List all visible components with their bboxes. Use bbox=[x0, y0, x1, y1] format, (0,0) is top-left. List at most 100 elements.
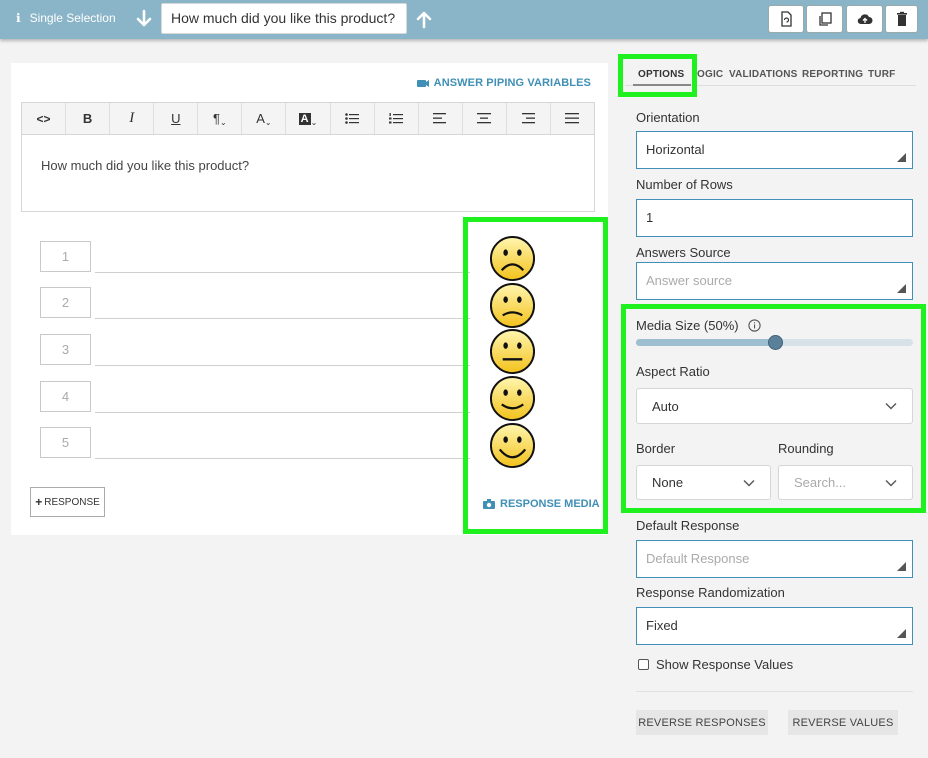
justify-icon bbox=[565, 113, 580, 124]
highlight-color-button[interactable]: A ⌄ bbox=[286, 103, 331, 134]
bullet-list-button[interactable] bbox=[331, 103, 375, 134]
media-size-slider[interactable] bbox=[636, 335, 913, 350]
sad-face-icon[interactable] bbox=[489, 235, 536, 282]
response-value-input[interactable]: 5 bbox=[40, 427, 91, 458]
randomization-label: Response Randomization bbox=[636, 585, 785, 600]
aspect-ratio-dropdown[interactable]: Auto bbox=[636, 388, 913, 424]
copy-icon bbox=[818, 12, 832, 26]
align-left-button[interactable] bbox=[419, 103, 463, 134]
justify-button[interactable] bbox=[551, 103, 594, 134]
question-title-input[interactable]: How much did you like this product? bbox=[161, 3, 407, 34]
randomization-select[interactable]: Fixed bbox=[636, 607, 913, 645]
tab-validations[interactable]: VALIDATIONS bbox=[729, 69, 798, 80]
code-icon: <> bbox=[36, 111, 51, 126]
resize-handle-icon bbox=[897, 284, 906, 293]
response-value-input[interactable]: 1 bbox=[40, 241, 91, 272]
bold-icon: B bbox=[82, 111, 93, 126]
slightly-sad-face-icon[interactable] bbox=[489, 282, 536, 329]
orientation-label: Orientation bbox=[636, 110, 700, 125]
align-center-icon bbox=[477, 113, 492, 124]
tab-logic[interactable]: OGIC bbox=[697, 69, 723, 80]
response-row: 4 bbox=[40, 381, 470, 414]
response-text-line[interactable] bbox=[95, 272, 470, 273]
italic-button[interactable]: I bbox=[110, 103, 155, 134]
camera-icon bbox=[483, 499, 495, 509]
align-center-button[interactable] bbox=[463, 103, 507, 134]
divider bbox=[636, 691, 913, 692]
rows-input[interactable]: 1 bbox=[636, 199, 913, 237]
options-tab-highlight bbox=[618, 54, 697, 97]
response-text-line[interactable] bbox=[95, 318, 470, 319]
align-right-icon bbox=[522, 113, 536, 124]
randomization-value: Fixed bbox=[646, 618, 678, 633]
chevron-down-icon bbox=[885, 479, 897, 486]
arrow-up-icon[interactable] bbox=[415, 9, 433, 29]
numbered-list-icon bbox=[389, 113, 404, 124]
resize-handle-icon bbox=[897, 562, 906, 571]
numbered-list-button[interactable] bbox=[375, 103, 419, 134]
arrow-down-icon[interactable] bbox=[135, 9, 153, 29]
media-size-slider-handle[interactable] bbox=[767, 335, 783, 350]
answer-piping-label: ANSWER PIPING VARIABLES bbox=[433, 77, 591, 89]
refresh-page-icon bbox=[781, 11, 792, 27]
neutral-face-icon[interactable] bbox=[489, 328, 536, 375]
aspect-ratio-label: Aspect Ratio bbox=[636, 364, 710, 379]
underline-button[interactable]: U bbox=[154, 103, 199, 134]
response-media-region: RESPONSE MEDIA bbox=[463, 217, 608, 534]
refresh-page-button[interactable] bbox=[768, 5, 804, 33]
response-value-input[interactable]: 4 bbox=[40, 381, 91, 412]
rows-value: 1 bbox=[646, 210, 654, 225]
orientation-select[interactable]: Horizontal bbox=[636, 131, 913, 169]
paragraph-icon: ¶ bbox=[213, 111, 220, 126]
tab-reporting[interactable]: REPORTING bbox=[802, 69, 863, 80]
duplicate-button[interactable] bbox=[806, 5, 843, 33]
align-right-button[interactable] bbox=[507, 103, 551, 134]
font-color-icon: A bbox=[256, 111, 265, 126]
upload-button[interactable] bbox=[846, 5, 883, 33]
response-text-line[interactable] bbox=[95, 412, 470, 413]
show-response-values-row[interactable]: Show Response Values bbox=[638, 657, 793, 672]
top-bar: ℹ Single Selection How much did you like… bbox=[0, 0, 928, 39]
slightly-happy-face-icon[interactable] bbox=[489, 375, 536, 422]
tab-turf[interactable]: TURF bbox=[868, 69, 895, 80]
cloud-upload-icon bbox=[857, 14, 872, 25]
info-circle-icon[interactable] bbox=[747, 319, 761, 332]
info-icon: ℹ bbox=[16, 11, 21, 25]
piping-icon bbox=[416, 79, 429, 87]
media-size-label: Media Size (50%) bbox=[636, 318, 739, 333]
rounding-dropdown[interactable]: Search... bbox=[778, 465, 913, 500]
border-label: Border bbox=[636, 441, 676, 456]
trash-icon bbox=[896, 11, 907, 26]
happy-face-icon[interactable] bbox=[489, 422, 536, 469]
question-body-editor[interactable]: How much did you like this product? bbox=[21, 135, 595, 212]
show-response-values-checkbox[interactable] bbox=[638, 659, 649, 670]
answer-piping-link[interactable]: ANSWER PIPING VARIABLES bbox=[416, 77, 591, 89]
show-response-values-label: Show Response Values bbox=[656, 657, 794, 672]
default-response-label: Default Response bbox=[636, 518, 740, 533]
response-media-label: RESPONSE MEDIA bbox=[500, 498, 600, 510]
response-row: 3 bbox=[40, 334, 470, 367]
orientation-value: Horizontal bbox=[646, 142, 705, 157]
font-color-button[interactable]: A ⌄ bbox=[242, 103, 287, 134]
response-text-line[interactable] bbox=[95, 365, 470, 366]
border-dropdown[interactable]: None bbox=[636, 465, 771, 500]
answers-source-label: Answers Source bbox=[636, 245, 731, 260]
bold-button[interactable]: B bbox=[66, 103, 111, 134]
paragraph-button[interactable]: ¶ ⌄ bbox=[198, 103, 243, 134]
delete-button[interactable] bbox=[885, 5, 918, 33]
question-type[interactable]: ℹ Single Selection bbox=[16, 11, 116, 25]
align-left-icon bbox=[433, 113, 447, 124]
response-value-input[interactable]: 3 bbox=[40, 334, 91, 365]
rounding-placeholder: Search... bbox=[794, 475, 847, 490]
response-text-line[interactable] bbox=[95, 458, 470, 459]
aspect-ratio-value: Auto bbox=[652, 398, 679, 414]
question-type-label: Single Selection bbox=[29, 11, 116, 25]
add-response-button[interactable]: + RESPONSE bbox=[30, 487, 105, 517]
reverse-values-button[interactable]: REVERSE VALUES bbox=[788, 710, 898, 735]
response-media-link[interactable]: RESPONSE MEDIA bbox=[483, 498, 600, 510]
response-value-input[interactable]: 2 bbox=[40, 287, 91, 318]
reverse-responses-button[interactable]: REVERSE RESPONSES bbox=[636, 710, 768, 735]
answers-source-select[interactable]: Answer source bbox=[636, 262, 913, 300]
source-code-button[interactable]: <> bbox=[22, 103, 67, 134]
default-response-select[interactable]: Default Response bbox=[636, 540, 913, 578]
